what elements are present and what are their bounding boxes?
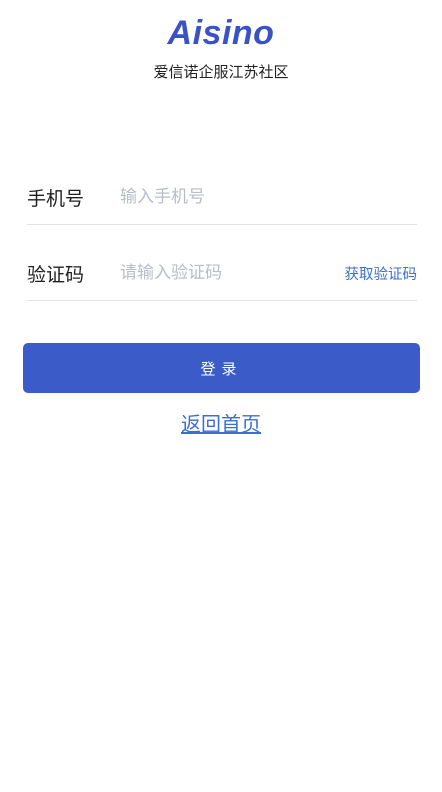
community-subtitle: 爱信诺企服江苏社区: [153, 63, 289, 81]
back-home-container: 返回首页: [0, 408, 442, 437]
back-home-link[interactable]: 返回首页: [181, 412, 261, 436]
phone-input[interactable]: [120, 182, 417, 212]
verification-code-input[interactable]: [120, 258, 345, 288]
verification-code-row: 验证码 获取验证码: [27, 246, 417, 301]
verification-code-label: 验证码: [27, 263, 85, 286]
get-verification-code-button[interactable]: 获取验证码: [345, 263, 418, 284]
phone-label: 手机号: [27, 187, 85, 210]
login-button[interactable]: 登录: [23, 343, 420, 393]
aisino-logo: Aisino: [167, 14, 275, 52]
phone-row: 手机号: [27, 170, 417, 225]
